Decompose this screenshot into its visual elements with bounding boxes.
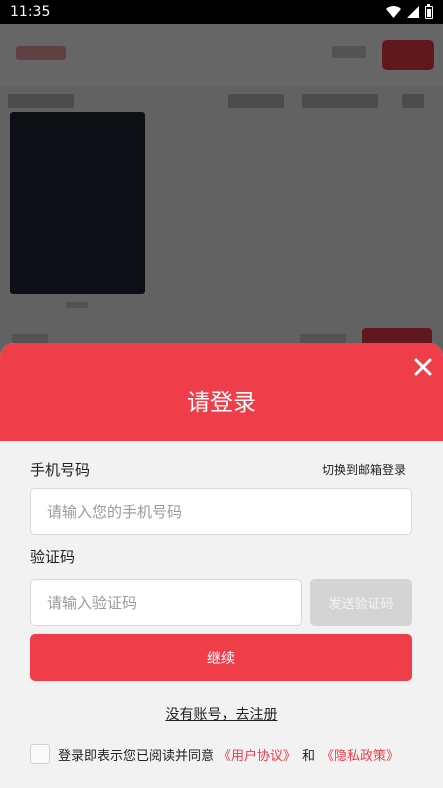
status-icons (386, 3, 433, 19)
close-icon (414, 358, 432, 376)
close-button[interactable] (410, 354, 436, 380)
login-title: 请登录 (187, 390, 256, 416)
agreement-checkbox[interactable] (30, 744, 50, 764)
switch-to-email-link[interactable]: 切换到邮箱登录 (322, 461, 406, 478)
battery-icon (425, 3, 433, 19)
phone-label: 手机号码 (30, 461, 91, 479)
phone-input[interactable] (30, 488, 412, 535)
user-agreement-link[interactable]: 《用户协议》 (218, 745, 296, 764)
agreement-and-text: 和 (302, 748, 316, 764)
status-bar: 11:35 (0, 0, 443, 24)
code-label: 验证码 (30, 548, 76, 566)
register-row: 没有账号，去注册 (0, 704, 443, 724)
register-link[interactable]: 没有账号，去注册 (166, 707, 278, 723)
continue-button[interactable]: 继续 (30, 634, 412, 681)
wifi-icon (386, 6, 401, 18)
status-time: 11:35 (10, 4, 51, 20)
signal-icon (407, 6, 419, 18)
agreement-row: 登录即表示您已阅读并同意 《用户协议》 和 《隐私政策》 (30, 744, 399, 764)
login-sheet-header: 请登录 (0, 343, 443, 441)
verification-code-input[interactable] (30, 579, 302, 626)
privacy-policy-link[interactable]: 《隐私政策》 (321, 745, 399, 764)
login-sheet: 请登录 手机号码 切换到邮箱登录 验证码 发送验证码 继续 没有账号，去注册 登… (0, 343, 443, 788)
send-code-button[interactable]: 发送验证码 (310, 579, 412, 626)
agreement-text: 登录即表示您已阅读并同意 (58, 748, 215, 764)
